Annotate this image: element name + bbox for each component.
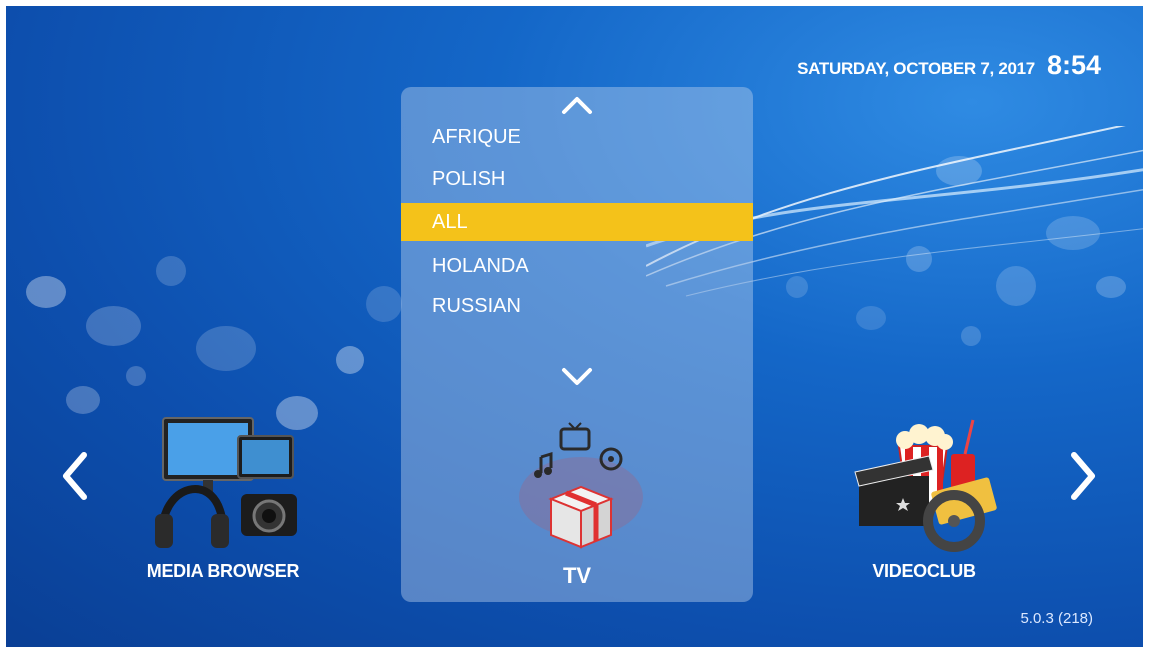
category-label: HOLANDA xyxy=(432,254,529,277)
category-label: RUSSIAN xyxy=(432,294,521,317)
category-label: ALL xyxy=(432,210,468,233)
category-label: AFRIQUE xyxy=(432,125,521,148)
tile-label-tv: TV xyxy=(562,563,592,588)
category-label: POLISH xyxy=(432,167,506,190)
chevron-up-icon[interactable] xyxy=(561,95,593,115)
category-item-afrique[interactable]: AFRIQUE xyxy=(401,118,753,156)
chevron-left-icon[interactable] xyxy=(60,451,90,501)
home-screen: SATURDAY, OCTOBER 7, 2017 8:54 AFRIQUE P… xyxy=(6,6,1143,647)
tile-media-browser[interactable]: MEDIA BROWSER xyxy=(118,406,328,582)
time-text: 8:54 xyxy=(1046,50,1101,80)
media-devices-icon xyxy=(155,417,297,548)
category-item-all[interactable]: ALL xyxy=(401,203,753,241)
version-text: 5.0.3 (218) xyxy=(1020,610,1093,627)
category-panel: AFRIQUE POLISH ALL HOLANDA RUSSIAN TV xyxy=(401,87,753,602)
tile-label-media-browser: MEDIA BROWSER xyxy=(146,561,300,581)
category-item-russian[interactable]: RUSSIAN xyxy=(401,287,753,325)
chevron-down-icon[interactable] xyxy=(561,367,593,387)
chevron-right-icon[interactable] xyxy=(1068,451,1098,501)
tile-videoclub[interactable]: VIDEOCLUB xyxy=(834,406,1014,582)
date-text: SATURDAY, OCTOBER 7, 2017 xyxy=(797,59,1035,78)
tile-label-videoclub: VIDEOCLUB xyxy=(872,561,976,581)
category-item-holanda[interactable]: HOLANDA xyxy=(401,247,753,285)
category-item-polish[interactable]: POLISH xyxy=(401,160,753,198)
tv-gift-box-icon[interactable] xyxy=(511,417,651,557)
clock: SATURDAY, OCTOBER 7, 2017 8:54 xyxy=(797,50,1101,81)
cinema-popcorn-icon xyxy=(854,419,997,552)
